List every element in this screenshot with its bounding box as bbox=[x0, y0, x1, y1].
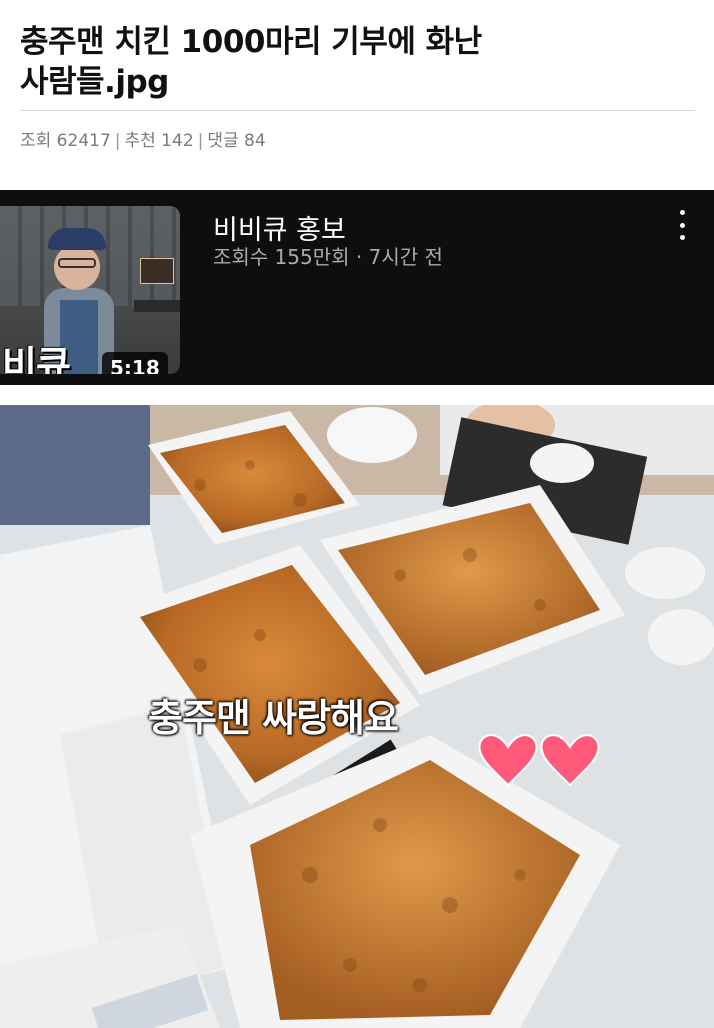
recommend-count: 추천 142 bbox=[124, 131, 194, 151]
header-divider bbox=[20, 110, 695, 111]
thumbnail-overlay-text: 비큐 bbox=[2, 343, 71, 374]
post-header: 충주맨 치킨 1000마리 기부에 화난 사람들.jpg bbox=[20, 22, 695, 102]
chicken-photo: 충주맨 싸랑해요 bbox=[0, 405, 714, 1028]
video-duration-badge: 5:18 bbox=[102, 352, 168, 374]
post-meta: 조회 62417 | 추천 142 | 댓글 84 bbox=[20, 126, 266, 151]
post-title-line1: 충주맨 치킨 1000마리 기부에 화난 bbox=[20, 24, 482, 60]
video-meta: 조회수 155만회 · 7시간 전 bbox=[213, 245, 443, 269]
more-vertical-icon[interactable] bbox=[668, 210, 696, 240]
post-title-line2: 사람들.jpg bbox=[20, 64, 169, 100]
post-title: 충주맨 치킨 1000마리 기부에 화난 사람들.jpg bbox=[20, 22, 695, 102]
meta-separator: | bbox=[114, 131, 121, 151]
video-thumbnail[interactable]: 비큐 5:18 bbox=[0, 206, 180, 374]
thumbnail-village-sign bbox=[134, 300, 180, 312]
video-card[interactable]: 비큐 5:18 비비큐 홍보 조회수 155만회 · 7시간 전 bbox=[0, 190, 714, 385]
photo-caption: 충주맨 싸랑해요 bbox=[148, 696, 399, 740]
comment-count: 댓글 84 bbox=[207, 131, 266, 151]
view-count: 조회 62417 bbox=[20, 131, 111, 151]
meta-separator: | bbox=[197, 131, 204, 151]
thumbnail-sign bbox=[140, 258, 174, 284]
